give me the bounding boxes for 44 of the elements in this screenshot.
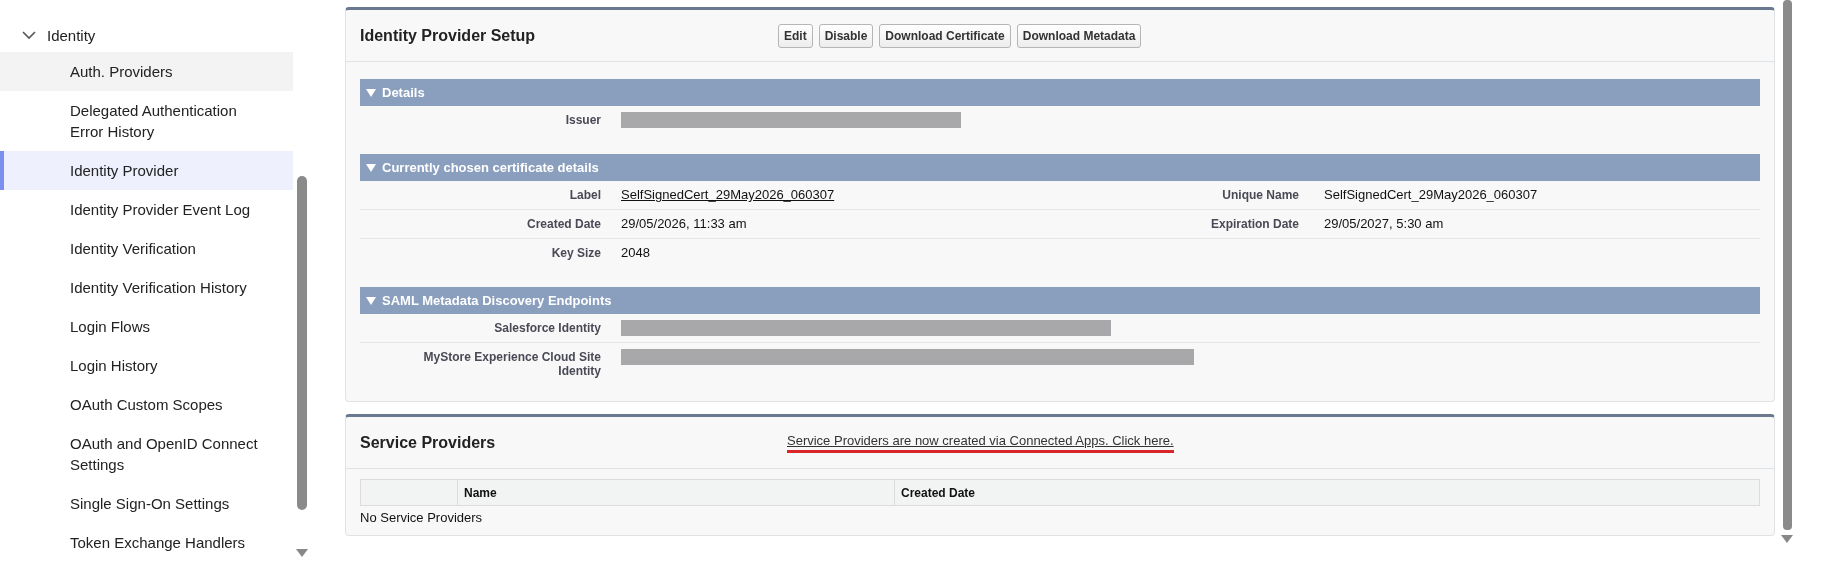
field-label: Unique Name [1222,188,1299,202]
column-header: Created Date [894,480,1759,505]
sidebar-item[interactable]: Auth. Providers [0,52,293,91]
sidebar-item[interactable]: Delegated Authentication Error History [0,91,293,151]
scrollbar[interactable] [297,176,307,510]
field-value: 2048 [621,245,650,260]
field-label: Expiration Date [1210,217,1299,231]
column-header: Name [457,480,894,505]
action-button[interactable]: Edit [778,23,813,48]
sidebar-item[interactable]: Identity Provider Event Log [0,190,293,229]
field-value: 29/05/2027, 5:30 am [1324,216,1444,231]
certificate-link[interactable]: SelfSignedCert_29May2026_060307 [621,187,835,202]
field-value: SelfSignedCert_29May2026_060307 [1324,187,1538,202]
field-label: Created Date [526,217,601,231]
panel-title: Service Providers [360,433,497,452]
sidebar-group[interactable]: Identity [0,18,293,52]
section-title: SAML Metadata Discovery Endpoints [382,293,612,308]
scrollbar[interactable] [1783,0,1792,530]
scroll-down-icon[interactable] [296,549,308,557]
field-label: Issuer [565,113,601,127]
field-label: Key Size [551,246,601,260]
connected-apps-link[interactable]: Service Providers are now created via Connected Apps. Click here. [787,432,1174,453]
sidebar-item[interactable]: Identity Provider [0,151,293,190]
sidebar-item[interactable]: Token Exchange Handlers [0,523,293,561]
action-button[interactable]: Download Certificate [879,23,1011,48]
action-button[interactable]: Disable [818,23,874,48]
action-button[interactable]: Download Metadata [1016,23,1142,48]
scroll-down-icon[interactable] [1781,535,1793,543]
field-value: 29/05/2026, 11:33 am [621,216,747,231]
empty-message: No Service Providers [360,509,484,525]
sidebar-item[interactable]: Identity Verification History [0,268,293,307]
section-title: Currently chosen certificate details [382,160,599,175]
sidebar-item[interactable]: Login History [0,346,293,385]
sidebar-item[interactable]: Single Sign-On Settings [0,484,293,523]
panel-title: Identity Provider Setup [360,26,537,45]
field-label: MyStore Experience Cloud Site Identity [423,350,601,378]
sidebar-item[interactable]: Identity Verification [0,229,293,268]
field-label: Label [569,188,601,202]
field-label: Salesforce Identity [494,321,601,335]
sidebar-item[interactable]: OAuth Custom Scopes [0,385,293,424]
sidebar-item[interactable]: Login Flows [0,307,293,346]
section-title: Details [382,85,425,100]
sidebar-item[interactable]: OAuth and OpenID Connect Settings [0,424,293,484]
chevron-icon [22,30,36,40]
